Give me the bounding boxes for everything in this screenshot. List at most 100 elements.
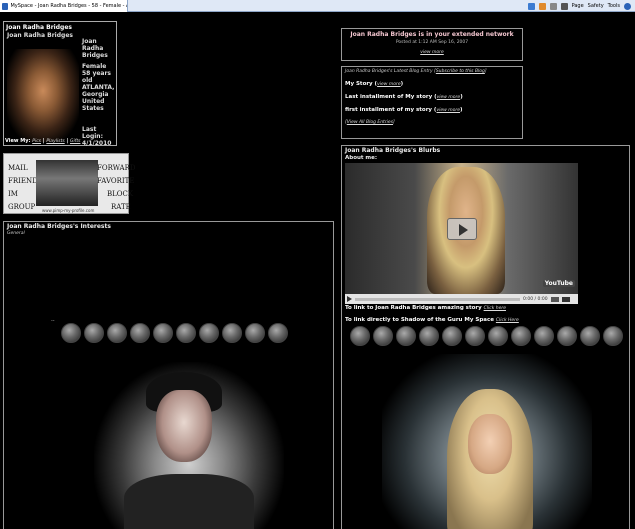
safety-menu[interactable]: Safety <box>588 3 604 9</box>
profile-photo[interactable] <box>7 49 79 142</box>
rune-icon <box>221 323 242 343</box>
city: ATLANTA, <box>82 84 115 91</box>
view-my: View My: Pics | Playlists | Gifts <box>5 138 81 144</box>
view-playlists-link[interactable]: Playlists <box>46 139 64 144</box>
rune-icon <box>129 323 150 343</box>
blog-entry-view-more-link[interactable]: view more <box>437 95 461 100</box>
rune-icon <box>106 323 127 343</box>
view-all-blog-link[interactable]: View All Blog Entries <box>347 120 393 125</box>
blog-entry-title[interactable]: first installment of my story <box>345 107 432 113</box>
blog-entry: My Story (view more) <box>345 81 404 87</box>
view-all-blog: [View All Blog Entries] <box>345 120 395 125</box>
view-gifts-link[interactable]: Gifts <box>70 139 80 144</box>
profile-box: Joan Radha Bridges Joan Radha Bridges Jo… <box>3 21 118 147</box>
view-pics-link[interactable]: Pics <box>32 139 41 144</box>
rune-icon <box>60 323 81 343</box>
state: Georgia <box>82 91 109 98</box>
rune-icon <box>603 326 623 346</box>
rune-icon <box>373 326 393 346</box>
video-time: 0:00 / 0:00 <box>523 296 548 302</box>
rune-icon <box>442 326 462 346</box>
blog-entry-view-more-link[interactable]: view more <box>377 82 401 87</box>
profile-info: Joan Radha Bridges Female 58 years old A… <box>82 38 118 112</box>
blurbs-box: Joan Radha Bridges's Blurbs About me: Yo… <box>341 145 630 529</box>
print-icon[interactable] <box>560 2 568 10</box>
network-posted: Posted at 1:12 AM Sep 16, 2007 <box>395 40 469 45</box>
last-login-date: 4/1/2010 <box>82 140 112 147</box>
rune-icon <box>267 323 288 343</box>
profile-header: Joan Radha Bridges <box>6 24 72 31</box>
help-icon[interactable] <box>624 2 631 10</box>
rune-icon <box>534 326 554 346</box>
blog-latest-label: Joan Radha Bridges's Latest Blog Entry <box>345 69 433 74</box>
rune-stones-banner <box>345 324 628 348</box>
youtube-logo[interactable]: YouTube <box>542 280 575 287</box>
tools-menu[interactable]: Tools <box>608 3 620 9</box>
interests-general: General <box>7 231 25 236</box>
subscribe-link[interactable]: Subscribe to this Blog <box>436 69 485 74</box>
rune-icon <box>244 323 265 343</box>
volume-icon[interactable] <box>550 296 559 302</box>
send-mail-button[interactable]: Mail <box>8 164 28 172</box>
browser-toolbar: MySpace - Joan Radha Bridges - 58 - Fema… <box>0 0 635 12</box>
page-menu[interactable]: Page <box>572 3 584 9</box>
story-click-here-link[interactable]: Click here <box>484 306 506 311</box>
add-friend-button[interactable]: Friend <box>8 177 38 185</box>
gothic-body <box>124 474 254 529</box>
play-icon[interactable] <box>447 218 477 240</box>
rune-icon <box>488 326 508 346</box>
browser-tab[interactable]: MySpace - Joan Radha Bridges - 58 - Fema… <box>0 0 128 12</box>
blog-box: Joan Radha Bridges's Latest Blog Entry [… <box>341 66 523 139</box>
interests-title: Joan Radha Bridges's Interests <box>7 223 111 230</box>
gothic-woman-image <box>94 362 284 529</box>
youtube-video-player[interactable]: YouTube 0:00 / 0:00 <box>345 163 578 304</box>
contact-image <box>36 160 98 206</box>
network-view-more-link[interactable]: view more <box>342 50 522 55</box>
guru-face <box>468 414 512 474</box>
blog-entry-view-more-link[interactable]: view more <box>436 108 460 113</box>
block-button[interactable]: Block <box>107 190 133 198</box>
mail-icon[interactable] <box>549 2 557 10</box>
network-title: Joan Radha Bridges is in your extended n… <box>350 31 514 38</box>
rune-stones-banner <box>54 321 294 345</box>
tab-title: MySpace - Joan Radha Bridges - 58 - Fema… <box>10 3 127 9</box>
interests-box: Joan Radha Bridges's Interests General .… <box>3 221 334 529</box>
story-link-text: To link to Joan Radha Bridges amazing st… <box>345 305 482 311</box>
last-login: Last Login: 4/1/2010 <box>82 126 116 147</box>
display-name: Joan Radha Bridges <box>82 38 108 59</box>
guru-link-row: To link directly to Shadow of the Guru M… <box>345 317 519 323</box>
command-bar: Page Safety Tools <box>527 1 631 11</box>
guru-click-here-link[interactable]: Click Here <box>496 318 519 323</box>
guru-link-text: To link directly to Shadow of the Guru M… <box>345 317 494 323</box>
fullscreen-icon[interactable] <box>561 296 570 302</box>
profile-name: Joan Radha Bridges <box>7 32 73 39</box>
favorite-button[interactable]: Favorite <box>97 177 134 185</box>
last-login-label: Last Login: <box>82 126 103 140</box>
add-group-button[interactable]: Group <box>8 203 35 211</box>
rune-icon <box>465 326 485 346</box>
rate-button[interactable]: Rate <box>111 203 131 211</box>
extended-network-box: Joan Radha Bridges is in your extended n… <box>341 28 523 61</box>
contact-image-credit: www.pimp-my-profile.com <box>42 208 95 213</box>
video-controls: 0:00 / 0:00 <box>345 294 578 304</box>
feeds-icon[interactable] <box>538 2 546 10</box>
rune-icon <box>419 326 439 346</box>
im-button[interactable]: IM <box>8 190 18 198</box>
seek-bar[interactable] <box>355 297 520 301</box>
rune-icon <box>580 326 600 346</box>
blog-entry: Last installment of My story (view more) <box>345 94 463 100</box>
blog-entry: first installment of my story (view more… <box>345 107 463 113</box>
home-icon[interactable] <box>527 2 535 10</box>
guru-woman-image <box>382 354 592 529</box>
rune-icon <box>511 326 531 346</box>
rune-icon <box>557 326 577 346</box>
play-button-icon[interactable] <box>347 296 352 302</box>
contact-box: Mail Friend IM Group www.pimp-my-profile… <box>3 153 136 214</box>
gothic-face <box>156 390 212 462</box>
blog-entry-title[interactable]: My Story <box>345 81 373 87</box>
blog-entry-title[interactable]: Last installment of My story <box>345 94 432 100</box>
myspace-favicon-icon <box>2 2 9 10</box>
rune-icon <box>152 323 173 343</box>
rune-icon <box>83 323 104 343</box>
forward-button[interactable]: Forward <box>97 164 136 172</box>
